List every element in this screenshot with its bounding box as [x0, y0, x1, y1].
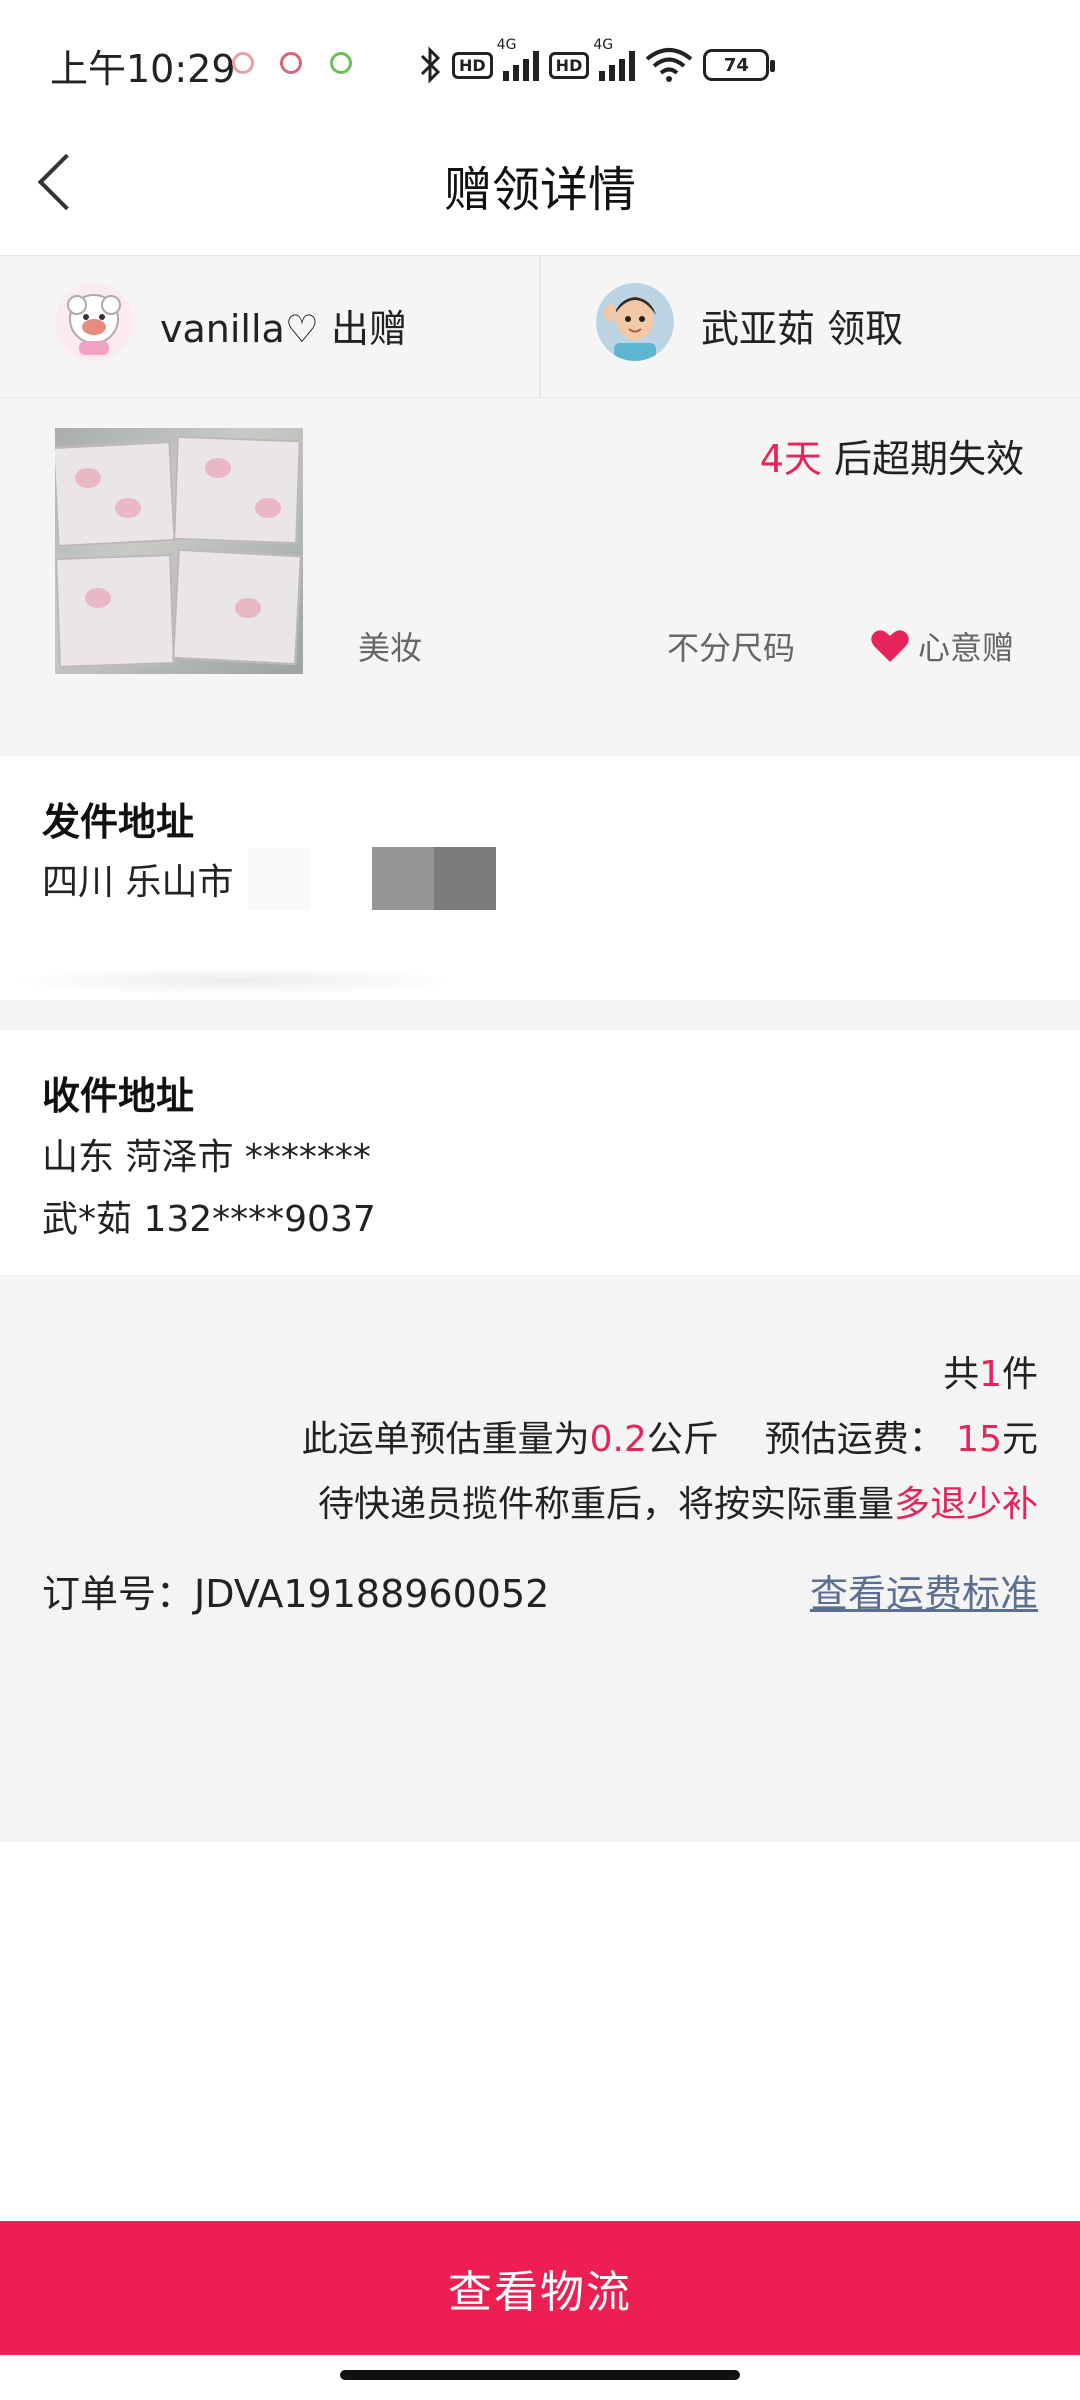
- status-time: 上午10:29: [50, 47, 236, 91]
- receiver-avatar[interactable]: [596, 283, 674, 361]
- bluetooth-icon: [420, 46, 441, 84]
- top-bar: 赠领详情: [0, 120, 1080, 255]
- signal-icon: 4G: [497, 37, 539, 81]
- receiver-address-line: 山东 菏泽市 *******: [42, 1137, 371, 1178]
- weight-note: 待快递员揽件称重后，将按实际重量多退少补: [318, 1475, 1038, 1527]
- flower-decoration: [75, 468, 101, 488]
- sender-address-section: 发件地址 四川 乐山市: [0, 756, 1080, 1000]
- weight-unit: 公斤: [646, 1419, 719, 1460]
- giver-avatar[interactable]: [55, 283, 133, 361]
- shipping-summary: 共1件 此运单预估重量为0.2公斤 预估运费： 15元 待快递员揽件称重后，将按…: [0, 1275, 1080, 1842]
- expiry-notice: 4天 后超期失效: [760, 428, 1024, 483]
- view-logistics-button[interactable]: 查看物流: [0, 2221, 1080, 2355]
- hd-icon: HD: [548, 51, 590, 79]
- receiver-contact-line: 武*茹 132****9037: [42, 1199, 376, 1240]
- weight-note-prefix: 待快递员揽件称重后，将按实际重量: [317, 1484, 894, 1525]
- receiver-action: 领取: [827, 307, 904, 351]
- status-bar: 上午10:29 HD 4G HD 4G 74: [0, 0, 1080, 120]
- redacted-area: [248, 848, 310, 910]
- gift-type: 心意赠: [870, 623, 1014, 669]
- receiver-address-section: 收件地址 山东 菏泽市 ******* 武*茹 132****9037: [0, 1030, 1080, 1275]
- flower-decoration: [255, 498, 281, 518]
- product-category: 美妆: [358, 629, 423, 667]
- receiver-address-title: 收件地址: [42, 1074, 195, 1118]
- weight-value: 0.2: [589, 1419, 647, 1460]
- fee-value: 15: [956, 1419, 1002, 1460]
- order-value: JDVA19188960052: [194, 1572, 550, 1616]
- product-box: [55, 440, 176, 548]
- giver-action: 出赠: [330, 307, 407, 351]
- receiver-text: 武亚茹 领取: [701, 298, 903, 353]
- section-divider: [0, 1000, 1080, 1030]
- product-size: 不分尺码: [667, 629, 796, 667]
- page-title: 赠领详情: [443, 162, 636, 218]
- notification-icon: [330, 52, 352, 74]
- heart-icon: [871, 630, 909, 662]
- product-card: 4天 后超期失效 美妆 不分尺码 心意赠: [0, 398, 1080, 756]
- notification-icon: [280, 52, 302, 74]
- product-box: [55, 554, 175, 668]
- fee-standard-link[interactable]: 查看运费标准: [810, 1563, 1038, 1618]
- system-icons: HD 4G HD 4G 74: [420, 37, 776, 90]
- hd-icon: HD: [452, 51, 493, 79]
- flower-decoration: [235, 598, 261, 618]
- redacted-area: [372, 847, 496, 910]
- expiry-text: 后超期失效: [833, 437, 1024, 481]
- product-box: [173, 435, 301, 545]
- weight-fee-line: 此运单预估重量为0.2公斤 预估运费： 15元: [302, 1410, 1038, 1462]
- giver-name: vanilla♡: [160, 307, 319, 351]
- gift-type-label: 心意赠: [918, 629, 1015, 667]
- sender-address-line: 四川 乐山市: [42, 862, 234, 903]
- giver-info[interactable]: vanilla♡ 出赠: [0, 256, 539, 397]
- redacted-area: [20, 968, 450, 994]
- flower-decoration: [85, 588, 111, 608]
- flower-decoration: [205, 458, 231, 478]
- item-count-value: 1: [979, 1354, 1002, 1395]
- order-number: 订单号：JDVA19188960052: [42, 1563, 549, 1618]
- item-count: 共1件: [943, 1345, 1038, 1397]
- weight-prefix: 此运单预估重量为: [301, 1419, 590, 1460]
- weight-note-highlight: 多退少补: [893, 1484, 1038, 1525]
- sender-address-title: 发件地址: [42, 800, 195, 844]
- home-indicator[interactable]: [340, 2370, 740, 2380]
- battery-icon: 74: [703, 49, 776, 81]
- gift-parties: vanilla♡ 出赠 武亚茹 领取: [0, 255, 1080, 398]
- signal-icon: 4G: [593, 37, 636, 81]
- order-label: 订单号：: [42, 1572, 195, 1616]
- item-count-suffix: 件: [1001, 1354, 1038, 1395]
- receiver-name: 武亚茹: [701, 307, 816, 351]
- fee-label: 预估运费：: [764, 1419, 945, 1460]
- item-count-prefix: 共: [943, 1354, 980, 1395]
- giver-text: vanilla♡ 出赠: [160, 298, 407, 353]
- fee-unit: 元: [1001, 1419, 1038, 1460]
- product-image[interactable]: [55, 428, 303, 674]
- receiver-info[interactable]: 武亚茹 领取: [539, 256, 1080, 397]
- flower-decoration: [115, 498, 141, 518]
- notification-icon: [232, 52, 254, 74]
- wifi-icon: [646, 48, 693, 82]
- expiry-days: 4天: [759, 437, 822, 481]
